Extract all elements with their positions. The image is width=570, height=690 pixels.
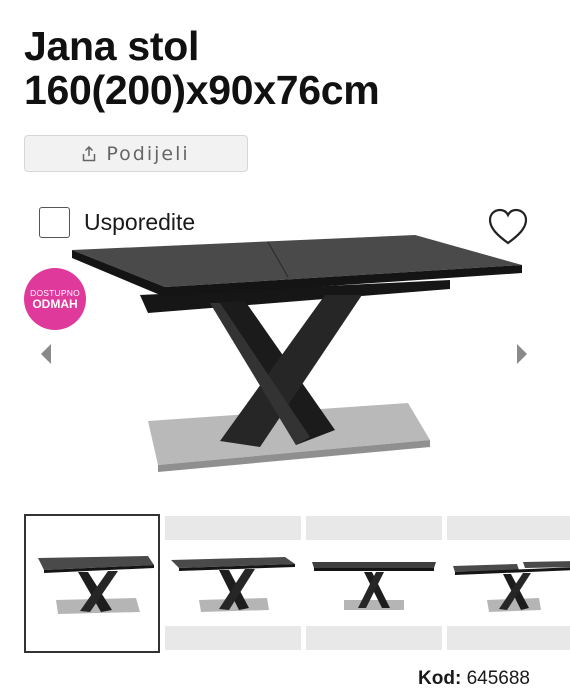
badge-line1: DOSTUPNO <box>30 287 80 298</box>
badge-line2: ODMAH <box>32 296 78 311</box>
product-code-value: 645688 <box>466 668 530 689</box>
thumbnail-2-image <box>171 557 295 612</box>
chevron-left-icon[interactable] <box>38 342 54 366</box>
product-code: Kod: 645688 <box>418 668 530 690</box>
share-button[interactable]: Podijeli <box>24 135 248 172</box>
share-label: Podijeli <box>106 142 190 165</box>
thumbnail-3[interactable] <box>306 514 442 653</box>
product-title-name: Jana stol <box>24 23 200 69</box>
availability-badge: DOSTUPNO ODMAH <box>24 268 86 330</box>
product-main-image[interactable] <box>70 225 525 485</box>
thumbnail-4-image <box>453 561 570 612</box>
thumbnail-strip <box>24 514 570 654</box>
thumbnail-1-image <box>38 556 154 614</box>
thumbnail-3-image <box>312 562 436 610</box>
thumbnail-4[interactable] <box>447 514 570 653</box>
product-title-dimensions: 160(200)x90x76cm <box>24 67 380 113</box>
thumbnail-1[interactable] <box>24 514 160 653</box>
product-title: Jana stol 160(200)x90x76cm <box>24 24 554 112</box>
thumbnail-2[interactable] <box>165 514 301 653</box>
share-icon <box>82 145 96 162</box>
chevron-right-icon[interactable] <box>514 342 530 366</box>
compare-checkbox[interactable] <box>39 207 70 238</box>
product-code-label: Kod: <box>418 668 462 689</box>
